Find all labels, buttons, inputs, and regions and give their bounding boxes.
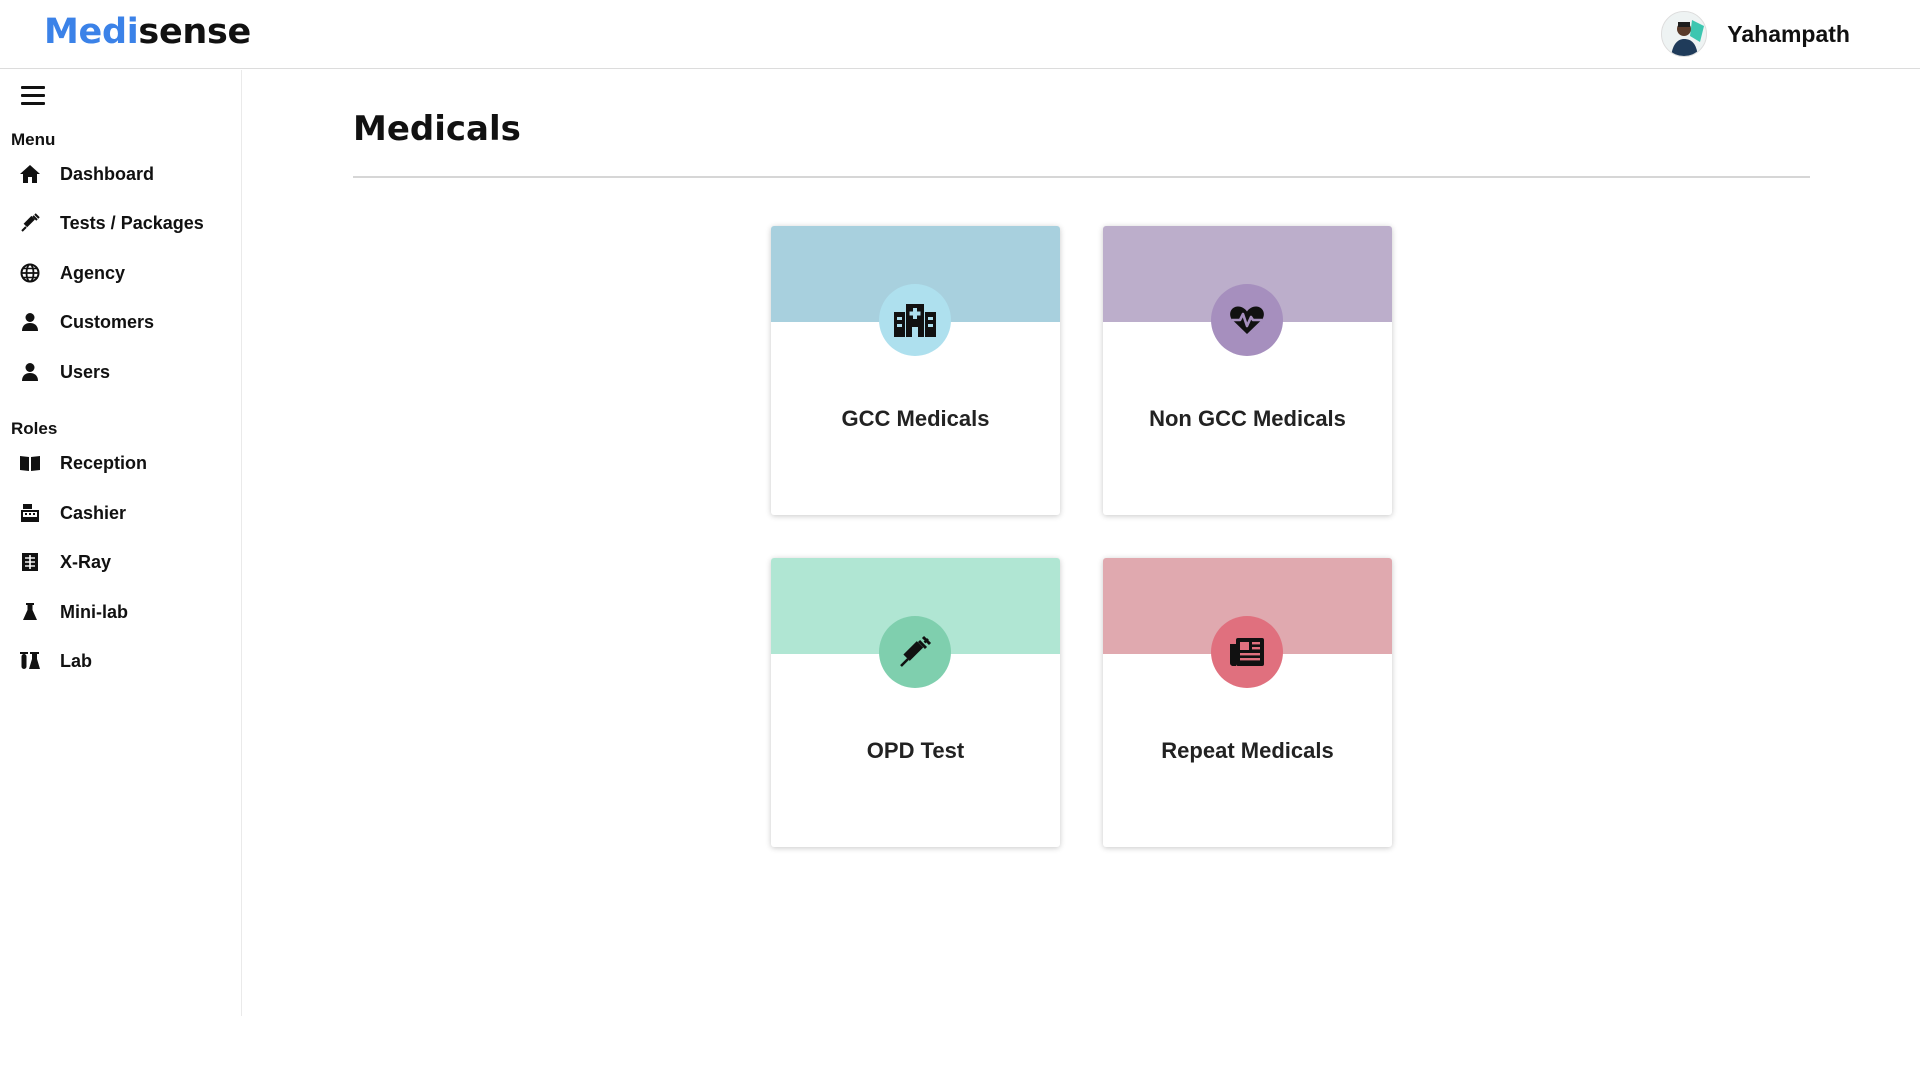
menu-section-label: Menu (11, 130, 56, 149)
flask-icon (18, 601, 42, 623)
sidebar-item-reception[interactable]: Reception (0, 443, 240, 483)
top-bar: Medisense Yahampath (0, 0, 1920, 69)
sidebar: Menu Dashboard Tests / Packages Agency C… (0, 70, 242, 1016)
globe-icon (18, 262, 42, 284)
sidebar-item-label: Customers (60, 311, 155, 332)
sidebar-item-dashboard[interactable]: Dashboard (0, 154, 240, 194)
card-label: Repeat Medicals (1161, 738, 1334, 763)
sidebar-item-tests-packages[interactable]: Tests / Packages (0, 203, 240, 243)
sidebar-item-x-ray[interactable]: X-Ray (0, 542, 240, 582)
hospital-icon (879, 284, 951, 356)
sidebar-item-label: Mini-lab (60, 601, 128, 622)
sidebar-item-agency[interactable]: Agency (0, 253, 240, 293)
user-icon (18, 311, 42, 333)
logo-part-medi: Medi (44, 12, 139, 52)
book-open-icon (18, 452, 42, 474)
newspaper-icon (1211, 616, 1283, 688)
app-logo[interactable]: Medisense (44, 12, 251, 52)
card-opd-test[interactable]: OPD Test (771, 558, 1060, 847)
heart-pulse-icon (1211, 284, 1283, 356)
home-icon (18, 163, 42, 185)
card-non-gcc-medicals[interactable]: Non GCC Medicals (1103, 226, 1392, 515)
user-icon (18, 361, 42, 383)
sidebar-item-label: Lab (60, 650, 93, 671)
sidebar-item-label: Dashboard (60, 163, 155, 184)
username: Yahampath (1727, 20, 1850, 47)
card-repeat-medicals[interactable]: Repeat Medicals (1103, 558, 1392, 847)
roles-section-label: Roles (11, 419, 58, 438)
cash-register-icon (18, 502, 42, 524)
syringe-icon (879, 616, 951, 688)
user-menu[interactable]: Yahampath (1661, 10, 1850, 58)
vials-icon (18, 650, 42, 672)
x-ray-icon (18, 551, 42, 573)
sidebar-item-customers[interactable]: Customers (0, 302, 240, 342)
sidebar-item-label: X-Ray (60, 551, 112, 572)
card-label: GCC Medicals (841, 406, 990, 431)
logo-part-sense: sense (138, 12, 251, 52)
sidebar-item-lab[interactable]: Lab (0, 641, 240, 681)
hamburger-menu-icon[interactable] (21, 86, 45, 106)
sidebar-item-label: Users (60, 361, 111, 382)
sidebar-item-label: Tests / Packages (60, 212, 204, 233)
sidebar-item-mini-lab[interactable]: Mini-lab (0, 592, 240, 632)
sidebar-item-cashier[interactable]: Cashier (0, 493, 240, 533)
card-gcc-medicals[interactable]: GCC Medicals (771, 226, 1060, 515)
card-label: Non GCC Medicals (1149, 406, 1346, 431)
syringe-icon (18, 212, 42, 234)
sidebar-item-users[interactable]: Users (0, 352, 240, 392)
avatar[interactable] (1661, 11, 1708, 57)
card-label: OPD Test (866, 738, 965, 763)
title-divider (353, 176, 1810, 178)
page-title: Medicals (353, 109, 521, 149)
sidebar-item-label: Agency (60, 262, 126, 283)
sidebar-item-label: Cashier (60, 502, 127, 523)
sidebar-item-label: Reception (60, 452, 148, 473)
